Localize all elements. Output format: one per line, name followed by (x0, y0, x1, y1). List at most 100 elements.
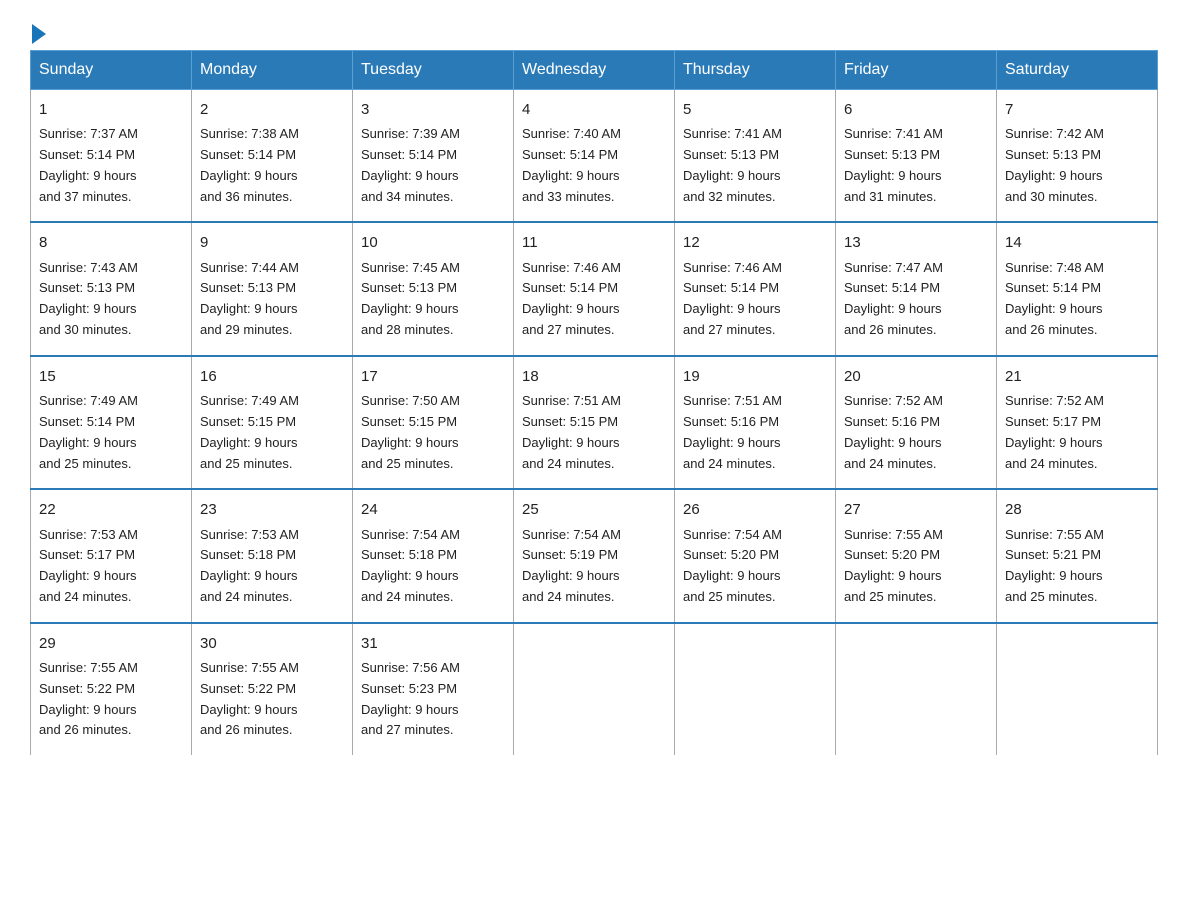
calendar-cell: 28 Sunrise: 7:55 AM Sunset: 5:21 PM Dayl… (997, 489, 1158, 622)
calendar-cell (675, 623, 836, 755)
day-number: 5 (683, 98, 827, 121)
day-info: Sunrise: 7:40 AM Sunset: 5:14 PM Dayligh… (522, 126, 621, 203)
calendar-cell: 19 Sunrise: 7:51 AM Sunset: 5:16 PM Dayl… (675, 356, 836, 489)
day-info: Sunrise: 7:53 AM Sunset: 5:18 PM Dayligh… (200, 527, 299, 604)
calendar-cell: 29 Sunrise: 7:55 AM Sunset: 5:22 PM Dayl… (31, 623, 192, 755)
day-number: 30 (200, 632, 344, 655)
day-number: 31 (361, 632, 505, 655)
calendar-header-row: SundayMondayTuesdayWednesdayThursdayFrid… (31, 51, 1158, 90)
calendar-cell (836, 623, 997, 755)
calendar-cell: 21 Sunrise: 7:52 AM Sunset: 5:17 PM Dayl… (997, 356, 1158, 489)
day-number: 12 (683, 231, 827, 254)
calendar-cell: 6 Sunrise: 7:41 AM Sunset: 5:13 PM Dayli… (836, 90, 997, 223)
day-number: 17 (361, 365, 505, 388)
calendar-header-saturday: Saturday (997, 51, 1158, 90)
week-row-5: 29 Sunrise: 7:55 AM Sunset: 5:22 PM Dayl… (31, 623, 1158, 755)
calendar-cell: 13 Sunrise: 7:47 AM Sunset: 5:14 PM Dayl… (836, 222, 997, 355)
day-number: 13 (844, 231, 988, 254)
day-number: 23 (200, 498, 344, 521)
calendar-cell: 10 Sunrise: 7:45 AM Sunset: 5:13 PM Dayl… (353, 222, 514, 355)
page-header (30, 20, 1158, 40)
calendar-cell: 8 Sunrise: 7:43 AM Sunset: 5:13 PM Dayli… (31, 222, 192, 355)
day-number: 20 (844, 365, 988, 388)
day-info: Sunrise: 7:45 AM Sunset: 5:13 PM Dayligh… (361, 260, 460, 337)
day-info: Sunrise: 7:54 AM Sunset: 5:19 PM Dayligh… (522, 527, 621, 604)
day-info: Sunrise: 7:50 AM Sunset: 5:15 PM Dayligh… (361, 393, 460, 470)
day-info: Sunrise: 7:38 AM Sunset: 5:14 PM Dayligh… (200, 126, 299, 203)
day-number: 14 (1005, 231, 1149, 254)
logo-arrow-icon (32, 24, 46, 44)
calendar-cell: 26 Sunrise: 7:54 AM Sunset: 5:20 PM Dayl… (675, 489, 836, 622)
day-info: Sunrise: 7:48 AM Sunset: 5:14 PM Dayligh… (1005, 260, 1104, 337)
day-info: Sunrise: 7:44 AM Sunset: 5:13 PM Dayligh… (200, 260, 299, 337)
day-number: 11 (522, 231, 666, 254)
day-info: Sunrise: 7:46 AM Sunset: 5:14 PM Dayligh… (522, 260, 621, 337)
day-info: Sunrise: 7:47 AM Sunset: 5:14 PM Dayligh… (844, 260, 943, 337)
day-number: 10 (361, 231, 505, 254)
week-row-1: 1 Sunrise: 7:37 AM Sunset: 5:14 PM Dayli… (31, 90, 1158, 223)
calendar-header-wednesday: Wednesday (514, 51, 675, 90)
day-number: 29 (39, 632, 183, 655)
calendar-cell: 17 Sunrise: 7:50 AM Sunset: 5:15 PM Dayl… (353, 356, 514, 489)
day-info: Sunrise: 7:52 AM Sunset: 5:16 PM Dayligh… (844, 393, 943, 470)
calendar-header-thursday: Thursday (675, 51, 836, 90)
day-info: Sunrise: 7:39 AM Sunset: 5:14 PM Dayligh… (361, 126, 460, 203)
day-number: 8 (39, 231, 183, 254)
day-number: 4 (522, 98, 666, 121)
day-number: 15 (39, 365, 183, 388)
day-info: Sunrise: 7:53 AM Sunset: 5:17 PM Dayligh… (39, 527, 138, 604)
calendar-cell: 2 Sunrise: 7:38 AM Sunset: 5:14 PM Dayli… (192, 90, 353, 223)
calendar-cell (514, 623, 675, 755)
week-row-3: 15 Sunrise: 7:49 AM Sunset: 5:14 PM Dayl… (31, 356, 1158, 489)
day-number: 2 (200, 98, 344, 121)
calendar-cell: 18 Sunrise: 7:51 AM Sunset: 5:15 PM Dayl… (514, 356, 675, 489)
day-info: Sunrise: 7:41 AM Sunset: 5:13 PM Dayligh… (683, 126, 782, 203)
day-info: Sunrise: 7:54 AM Sunset: 5:18 PM Dayligh… (361, 527, 460, 604)
calendar-cell: 7 Sunrise: 7:42 AM Sunset: 5:13 PM Dayli… (997, 90, 1158, 223)
calendar-cell: 20 Sunrise: 7:52 AM Sunset: 5:16 PM Dayl… (836, 356, 997, 489)
day-number: 22 (39, 498, 183, 521)
day-info: Sunrise: 7:42 AM Sunset: 5:13 PM Dayligh… (1005, 126, 1104, 203)
day-number: 6 (844, 98, 988, 121)
calendar-cell: 9 Sunrise: 7:44 AM Sunset: 5:13 PM Dayli… (192, 222, 353, 355)
day-info: Sunrise: 7:55 AM Sunset: 5:21 PM Dayligh… (1005, 527, 1104, 604)
calendar-cell: 15 Sunrise: 7:49 AM Sunset: 5:14 PM Dayl… (31, 356, 192, 489)
day-number: 26 (683, 498, 827, 521)
calendar-header-monday: Monday (192, 51, 353, 90)
calendar-cell: 16 Sunrise: 7:49 AM Sunset: 5:15 PM Dayl… (192, 356, 353, 489)
calendar-header-tuesday: Tuesday (353, 51, 514, 90)
calendar-cell (997, 623, 1158, 755)
day-number: 25 (522, 498, 666, 521)
calendar-cell: 25 Sunrise: 7:54 AM Sunset: 5:19 PM Dayl… (514, 489, 675, 622)
calendar-table: SundayMondayTuesdayWednesdayThursdayFrid… (30, 50, 1158, 755)
calendar-cell: 23 Sunrise: 7:53 AM Sunset: 5:18 PM Dayl… (192, 489, 353, 622)
calendar-cell: 27 Sunrise: 7:55 AM Sunset: 5:20 PM Dayl… (836, 489, 997, 622)
calendar-cell: 11 Sunrise: 7:46 AM Sunset: 5:14 PM Dayl… (514, 222, 675, 355)
calendar-header-friday: Friday (836, 51, 997, 90)
calendar-cell: 12 Sunrise: 7:46 AM Sunset: 5:14 PM Dayl… (675, 222, 836, 355)
day-info: Sunrise: 7:51 AM Sunset: 5:15 PM Dayligh… (522, 393, 621, 470)
logo (30, 20, 46, 40)
day-number: 9 (200, 231, 344, 254)
calendar-cell: 5 Sunrise: 7:41 AM Sunset: 5:13 PM Dayli… (675, 90, 836, 223)
day-info: Sunrise: 7:49 AM Sunset: 5:14 PM Dayligh… (39, 393, 138, 470)
calendar-cell: 4 Sunrise: 7:40 AM Sunset: 5:14 PM Dayli… (514, 90, 675, 223)
calendar-cell: 14 Sunrise: 7:48 AM Sunset: 5:14 PM Dayl… (997, 222, 1158, 355)
day-number: 24 (361, 498, 505, 521)
day-number: 16 (200, 365, 344, 388)
day-number: 1 (39, 98, 183, 121)
day-number: 19 (683, 365, 827, 388)
calendar-cell: 22 Sunrise: 7:53 AM Sunset: 5:17 PM Dayl… (31, 489, 192, 622)
calendar-cell: 3 Sunrise: 7:39 AM Sunset: 5:14 PM Dayli… (353, 90, 514, 223)
day-number: 27 (844, 498, 988, 521)
calendar-cell: 1 Sunrise: 7:37 AM Sunset: 5:14 PM Dayli… (31, 90, 192, 223)
calendar-cell: 30 Sunrise: 7:55 AM Sunset: 5:22 PM Dayl… (192, 623, 353, 755)
day-info: Sunrise: 7:49 AM Sunset: 5:15 PM Dayligh… (200, 393, 299, 470)
week-row-2: 8 Sunrise: 7:43 AM Sunset: 5:13 PM Dayli… (31, 222, 1158, 355)
week-row-4: 22 Sunrise: 7:53 AM Sunset: 5:17 PM Dayl… (31, 489, 1158, 622)
day-info: Sunrise: 7:55 AM Sunset: 5:22 PM Dayligh… (39, 660, 138, 737)
calendar-cell: 31 Sunrise: 7:56 AM Sunset: 5:23 PM Dayl… (353, 623, 514, 755)
day-number: 21 (1005, 365, 1149, 388)
day-info: Sunrise: 7:55 AM Sunset: 5:22 PM Dayligh… (200, 660, 299, 737)
day-number: 28 (1005, 498, 1149, 521)
